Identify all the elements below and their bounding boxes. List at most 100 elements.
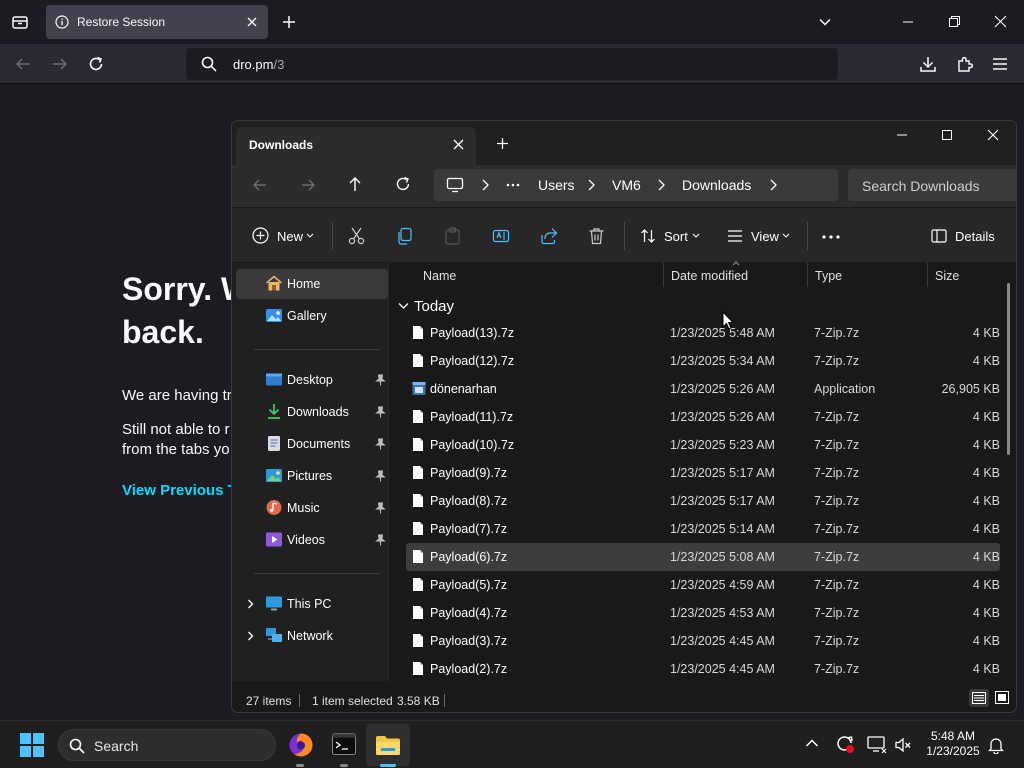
chevron-right-icon[interactable]: [246, 631, 255, 641]
new-button[interactable]: New: [277, 229, 303, 244]
table-row[interactable]: Payload(6).7z 1/23/2025 5:08 AM 7-Zip.7z 4 …: [406, 543, 1000, 571]
file-type: 7-Zip.7z: [814, 662, 860, 675]
crumb-users[interactable]: Users: [538, 177, 575, 193]
table-row[interactable]: Payload(5).7z 1/23/2025 4:59 AM 7-Zip.7z 4 …: [406, 571, 1000, 599]
column-header-name[interactable]: Name: [423, 269, 456, 283]
clock[interactable]: 5:48 AM 1/23/2025: [920, 729, 986, 759]
back-arrow-icon[interactable]: [15, 56, 32, 72]
chevron-down-icon[interactable]: [398, 302, 409, 310]
terminal-icon[interactable]: [332, 733, 356, 755]
volume-muted-icon[interactable]: [894, 736, 912, 754]
nav-item-downloads[interactable]: Downloads: [236, 397, 388, 427]
table-row[interactable]: Payload(10).7z 1/23/2025 5:23 AM 7-Zip.7z 4…: [406, 431, 1000, 459]
table-row[interactable]: Payload(9).7z 1/23/2025 5:17 AM 7-Zip.7z 4 …: [406, 459, 1000, 487]
column-header-size[interactable]: Size: [935, 269, 959, 283]
table-row[interactable]: Payload(7).7z 1/23/2025 5:14 AM 7-Zip.7z 4 …: [406, 515, 1000, 543]
toolbar-divider: [624, 222, 625, 250]
explorer-tab-downloads[interactable]: Downloads: [236, 127, 476, 165]
group-header-today[interactable]: Today: [414, 298, 454, 315]
cut-icon[interactable]: [348, 227, 365, 245]
column-divider[interactable]: [663, 263, 664, 287]
nav-item-gallery[interactable]: Gallery: [236, 301, 388, 331]
forward-arrow-icon[interactable]: [51, 56, 68, 72]
nav-item-documents[interactable]: Documents: [236, 429, 388, 459]
table-row[interactable]: Payload(8).7z 1/23/2025 5:17 AM 7-Zip.7z 4 …: [406, 487, 1000, 515]
vertical-scrollbar[interactable]: [1007, 283, 1010, 455]
table-row[interactable]: Payload(3).7z 1/23/2025 4:45 AM 7-Zip.7z 4 …: [406, 627, 1000, 655]
nav-item-this-pc[interactable]: This PC: [236, 589, 388, 619]
forward-arrow-icon[interactable]: [300, 177, 316, 193]
new-tab-icon[interactable]: [496, 137, 509, 150]
close-tab-icon[interactable]: [452, 138, 465, 151]
new-tab-icon[interactable]: [281, 14, 297, 30]
delete-icon[interactable]: [588, 227, 605, 245]
close-window-icon[interactable]: [994, 15, 1007, 28]
details-view-toggle[interactable]: [969, 689, 989, 707]
table-row[interactable]: Payload(13).7z 1/23/2025 5:48 AM 7-Zip.7z 4…: [406, 319, 1000, 347]
details-button[interactable]: Details: [955, 229, 995, 244]
file-size: 4 KB: [972, 494, 1000, 508]
chevron-up-icon[interactable]: [805, 738, 819, 748]
windows-start-icon[interactable]: [20, 733, 44, 757]
table-row[interactable]: Payload(12).7z 1/23/2025 5:34 AM 7-Zip.7z 4…: [406, 347, 1000, 375]
nav-item-music[interactable]: Music: [236, 493, 388, 523]
nav-item-videos[interactable]: Videos: [236, 525, 388, 555]
back-arrow-icon[interactable]: [252, 177, 268, 193]
sort-button[interactable]: Sort: [664, 229, 688, 244]
search-downloads-input[interactable]: Search Downloads: [848, 169, 1016, 201]
nav-item-home[interactable]: Home: [236, 269, 388, 299]
close-window-icon[interactable]: [987, 129, 999, 141]
nav-item-pictures[interactable]: Pictures: [236, 461, 388, 491]
rename-icon[interactable]: [492, 227, 510, 245]
sync-error-icon[interactable]: [835, 734, 855, 754]
restore-icon[interactable]: [948, 15, 961, 28]
minimize-icon[interactable]: [902, 16, 914, 28]
table-row[interactable]: Payload(4).7z 1/23/2025 4:53 AM 7-Zip.7z 4 …: [406, 599, 1000, 627]
copy-icon[interactable]: [396, 227, 413, 245]
column-header-type[interactable]: Type: [815, 269, 842, 283]
column-divider[interactable]: [807, 263, 808, 287]
menu-icon[interactable]: [992, 56, 1008, 72]
up-arrow-icon[interactable]: [347, 176, 363, 192]
maximize-icon[interactable]: [941, 129, 953, 141]
notification-bell-icon[interactable]: [988, 736, 1004, 754]
explorer-tab-title: Downloads: [249, 138, 314, 152]
extensions-icon[interactable]: [956, 55, 974, 73]
minimize-icon[interactable]: [896, 129, 908, 141]
chevron-down-icon[interactable]: [818, 15, 832, 29]
file-icon: [412, 549, 424, 564]
crumb-vm6[interactable]: VM6: [612, 177, 641, 193]
large-icons-view-toggle[interactable]: [993, 689, 1011, 707]
view-previous-tabs-link[interactable]: View Previous Ta: [122, 482, 244, 499]
refresh-icon[interactable]: [395, 176, 411, 192]
nav-label: Desktop: [287, 373, 333, 387]
table-row[interactable]: dönenarhan 1/23/2025 5:26 AM Application 26…: [406, 375, 1000, 403]
breadcrumb[interactable]: Users VM6 Downloads: [434, 169, 838, 201]
chevron-right-icon[interactable]: [246, 599, 255, 609]
reload-icon[interactable]: [88, 56, 104, 72]
paste-icon[interactable]: [444, 227, 461, 245]
file-explorer-taskbar-button[interactable]: [366, 724, 410, 766]
url-bar[interactable]: dro.pm/3: [186, 48, 838, 80]
list-all-tabs-icon[interactable]: [11, 13, 29, 31]
downloads-icon[interactable]: [919, 55, 937, 73]
share-icon[interactable]: [540, 227, 558, 245]
firefox-icon[interactable]: [288, 732, 314, 758]
column-header-date[interactable]: Date modified: [671, 269, 748, 283]
status-divider: [299, 694, 300, 707]
view-button[interactable]: View: [751, 229, 779, 244]
more-crumbs-icon[interactable]: [506, 183, 520, 187]
file-icon: [412, 409, 424, 424]
table-row[interactable]: Payload(11).7z 1/23/2025 5:26 AM 7-Zip.7z 4…: [406, 403, 1000, 431]
chevron-right-icon[interactable]: [768, 179, 778, 191]
crumb-downloads[interactable]: Downloads: [682, 177, 751, 193]
tab-restore-session[interactable]: Restore Session: [46, 5, 268, 39]
close-tab-icon[interactable]: [245, 15, 259, 29]
column-divider[interactable]: [927, 263, 928, 287]
display-icon[interactable]: [867, 736, 887, 754]
nav-item-desktop[interactable]: Desktop: [236, 365, 388, 395]
table-row[interactable]: Payload(2).7z 1/23/2025 4:45 AM 7-Zip.7z 4 …: [406, 655, 1000, 675]
more-options-icon[interactable]: [822, 235, 840, 239]
taskbar-search[interactable]: Search: [58, 729, 276, 761]
nav-item-network[interactable]: Network: [236, 621, 388, 651]
